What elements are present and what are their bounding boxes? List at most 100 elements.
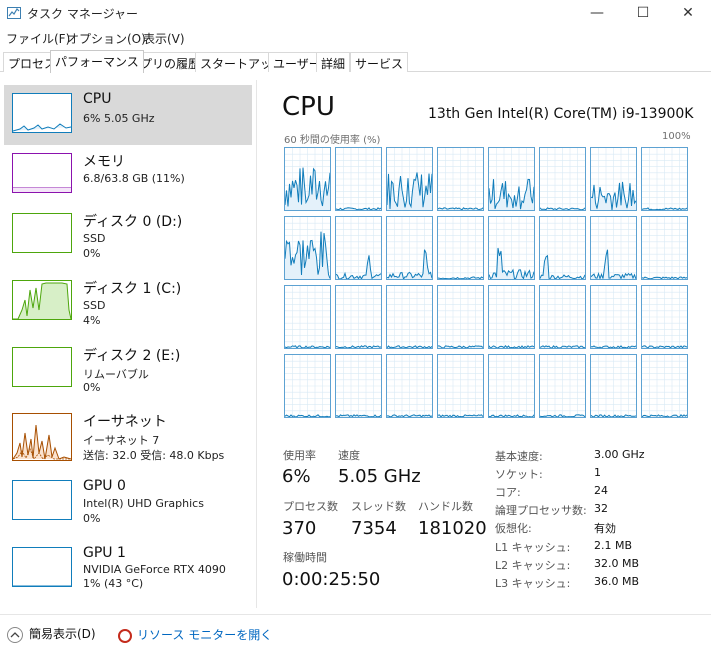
graph-max-label: 100% <box>662 131 691 142</box>
sidebar-item-usage: 0% <box>83 247 101 260</box>
core-trace <box>336 286 381 348</box>
sidebar-item-type: SSD <box>83 299 106 312</box>
chevron-up-icon <box>7 626 23 643</box>
tab-details[interactable]: 詳細 <box>316 52 351 72</box>
sidebar-item-disk-2[interactable]: ディスク 2 (E:) リムーバブル 0% <box>4 339 252 399</box>
cpu-core-graph <box>386 147 433 211</box>
cpu-core-graph <box>590 147 637 211</box>
cpu-core-graph <box>437 285 484 349</box>
cpu-core-graph <box>641 216 688 280</box>
tab-bar: プロセス パフォーマンス アプリの履歴 スタートアップ ユーザー 詳細 サービス <box>0 50 711 73</box>
sidebar-item-usage: 1% (43 °C) <box>83 577 144 590</box>
cpu-core-graph <box>590 354 637 418</box>
core-trace <box>591 148 636 210</box>
disk-1-sparkline <box>12 280 72 320</box>
cpu-core-graph <box>488 216 535 280</box>
sidebar-item-name: ディスク 1 (C:) <box>83 281 182 297</box>
menu-file[interactable]: ファイル(F) <box>6 30 70 47</box>
gpu-1-sparkline <box>12 547 72 587</box>
cpu-core-graph <box>386 285 433 349</box>
cpu-core-graph <box>437 147 484 211</box>
sidebar-item-disk-0[interactable]: ディスク 0 (D:) SSD 0% <box>4 205 252 265</box>
l3-cache-value: 36.0 MB <box>594 575 640 588</box>
menu-view[interactable]: 表示(V) <box>143 30 185 47</box>
core-trace <box>285 217 330 279</box>
core-trace <box>489 286 534 348</box>
handles-label: ハンドル数 <box>418 500 473 513</box>
sidebar-item-detail: 6.8/63.8 GB (11%) <box>83 172 185 185</box>
processes-label: プロセス数 <box>283 500 338 513</box>
fewer-details-button[interactable]: 簡易表示(D) <box>7 625 96 643</box>
threads-value: 7354 <box>351 518 397 539</box>
memory-sparkline <box>12 153 72 193</box>
speed-value: 5.05 GHz <box>338 466 421 487</box>
sidebar-item-cpu[interactable]: CPU 6% 5.05 GHz <box>4 85 252 145</box>
cpu-core-graph <box>386 354 433 418</box>
sidebar-item-gpu-0[interactable]: GPU 0 Intel(R) UHD Graphics 0% <box>4 472 252 532</box>
core-trace <box>285 148 330 210</box>
core-trace <box>642 148 687 210</box>
page-title: CPU <box>282 92 335 122</box>
cpu-core-graph <box>488 285 535 349</box>
maximize-button[interactable]: ☐ <box>620 0 666 26</box>
speed-label: 速度 <box>338 449 360 462</box>
core-trace <box>591 217 636 279</box>
sidebar-item-type: リムーバブル <box>83 368 149 381</box>
logical-processors-label: 論理プロセッサ数: <box>495 504 587 517</box>
panel-divider[interactable] <box>256 80 257 608</box>
open-resource-monitor-label: リソース モニターを開く <box>137 628 273 642</box>
cpu-core-graph <box>284 147 331 211</box>
uptime-label: 稼働時間 <box>283 551 327 564</box>
tab-services[interactable]: サービス <box>350 52 409 72</box>
core-trace <box>540 286 585 348</box>
sidebar-item-usage: 0% <box>83 381 101 394</box>
core-trace <box>387 217 432 279</box>
sidebar-item-ethernet[interactable]: イーサネット イーサネット 7 送信: 32.0 受信: 48.0 Kbps <box>4 405 252 465</box>
sockets-label: ソケット: <box>495 468 543 481</box>
resource-monitor-icon <box>118 628 132 643</box>
close-button[interactable]: ✕ <box>665 0 711 26</box>
resource-sidebar: CPU 6% 5.05 GHz メモリ 6.8/63.8 GB (11%) ディ… <box>0 80 256 608</box>
cpu-model-name: 13th Gen Intel(R) Core(TM) i9-13900K <box>428 106 694 122</box>
cpu-core-graph <box>539 147 586 211</box>
fewer-details-label: 簡易表示(D) <box>29 627 96 641</box>
cpu-core-graph <box>437 354 484 418</box>
processes-value: 370 <box>282 518 317 539</box>
cpu-core-graph <box>386 216 433 280</box>
tab-performance[interactable]: パフォーマンス <box>50 50 144 73</box>
cpu-core-graph <box>488 147 535 211</box>
core-trace <box>489 355 534 417</box>
menu-options[interactable]: オプション(O) <box>67 30 146 47</box>
cpu-core-graph <box>284 354 331 418</box>
core-trace <box>285 355 330 417</box>
cpu-core-graph <box>335 147 382 211</box>
core-trace <box>540 217 585 279</box>
cpu-sparkline <box>12 93 72 133</box>
core-trace <box>387 148 432 210</box>
graph-caption: 60 秒間の使用率 (%) <box>284 135 381 146</box>
core-trace <box>642 286 687 348</box>
sidebar-item-adapter: イーサネット 7 <box>83 434 160 447</box>
utilization-label: 使用率 <box>283 449 316 462</box>
virtualization-value: 有効 <box>594 522 616 535</box>
open-resource-monitor-link[interactable]: リソース モニターを開く <box>118 626 272 643</box>
base-speed-label: 基本速度: <box>495 450 543 463</box>
disk-2-sparkline <box>12 347 72 387</box>
sidebar-item-memory[interactable]: メモリ 6.8/63.8 GB (11%) <box>4 145 252 205</box>
core-trace <box>438 286 483 348</box>
sidebar-item-gpu-1[interactable]: GPU 1 NVIDIA GeForce RTX 4090 1% (43 °C) <box>4 539 252 599</box>
cores-label: コア: <box>495 486 521 499</box>
sidebar-item-usage: 4% <box>83 314 101 327</box>
gpu-0-sparkline <box>12 480 72 520</box>
minimize-button[interactable]: — <box>574 0 620 26</box>
cores-value: 24 <box>594 484 608 497</box>
sidebar-item-disk-1[interactable]: ディスク 1 (C:) SSD 4% <box>4 272 252 332</box>
core-trace <box>489 217 534 279</box>
utilization-value: 6% <box>282 466 311 487</box>
core-trace <box>540 355 585 417</box>
l3-cache-label: L3 キャッシュ: <box>495 577 571 590</box>
core-trace <box>285 286 330 348</box>
core-trace <box>387 286 432 348</box>
cpu-core-graph <box>284 216 331 280</box>
ethernet-sparkline <box>12 413 72 461</box>
